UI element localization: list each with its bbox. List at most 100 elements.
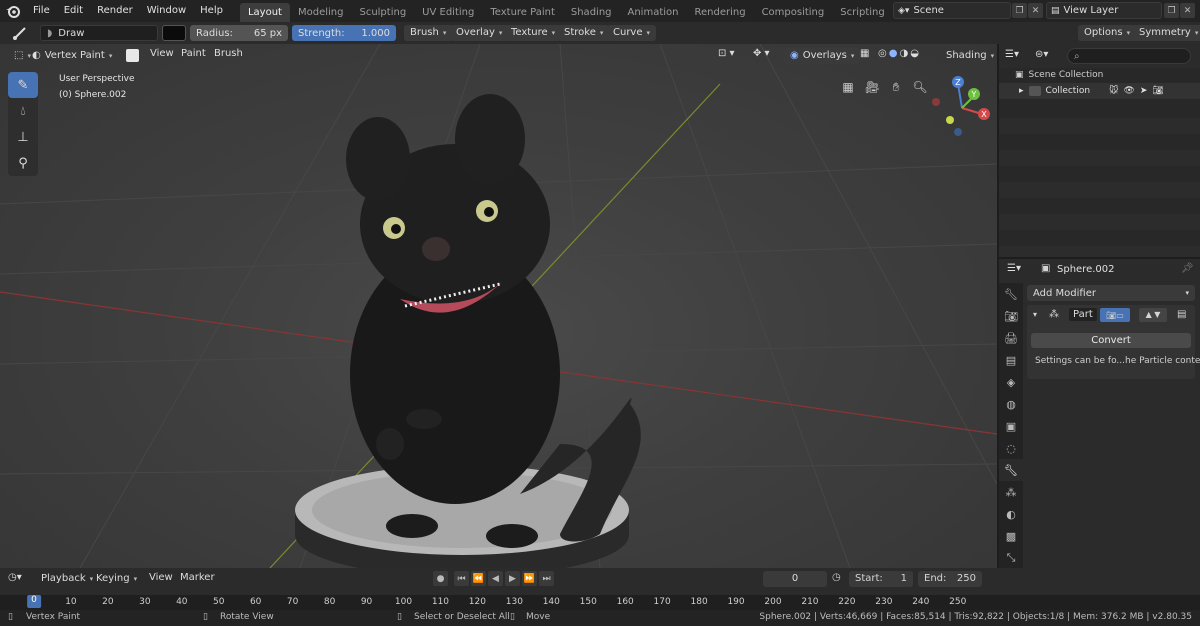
average-tool-icon[interactable]: ⊥ xyxy=(8,124,38,150)
camera-view-icon[interactable]: 🎥︎ xyxy=(862,77,882,97)
scene-tab-icon[interactable]: ◈ xyxy=(999,371,1023,393)
viewport-menu-paint[interactable]: Paint xyxy=(181,48,206,59)
pan-hand-icon[interactable]: ✋︎ xyxy=(886,77,906,97)
physics-tab-icon[interactable]: ◌ xyxy=(999,437,1023,459)
tab-rendering[interactable]: Rendering xyxy=(686,3,753,22)
scene-selector[interactable]: ◈▾ Scene xyxy=(893,2,1011,19)
preview-range-icon[interactable]: ◷ xyxy=(832,572,841,583)
delete-view-layer-icon[interactable]: ✕ xyxy=(1180,3,1195,18)
blur-tool-icon[interactable]: 💧︎ xyxy=(8,98,38,124)
move-modifier-icon[interactable]: ▲ ▼ xyxy=(1139,308,1167,322)
menu-help[interactable]: Help xyxy=(193,0,230,22)
view-layer-tab-icon[interactable]: ▤ xyxy=(999,349,1023,371)
jump-start-icon[interactable]: ⏮ xyxy=(454,571,469,586)
display-mode-icon[interactable]: ⊜▾ xyxy=(1035,49,1048,60)
delete-scene-icon[interactable]: ✕ xyxy=(1028,3,1043,18)
new-scene-icon[interactable]: ❐ xyxy=(1012,3,1027,18)
add-modifier-button[interactable]: Add Modifier ▾ xyxy=(1027,285,1195,301)
tab-shading[interactable]: Shading xyxy=(563,3,620,22)
brush-color-swatch[interactable] xyxy=(162,25,186,41)
tool-tab-icon[interactable]: 🔧︎ xyxy=(999,283,1023,305)
radius-field[interactable]: Radius: 65 px xyxy=(190,25,288,41)
output-tab-icon[interactable]: 🖨︎ xyxy=(999,327,1023,349)
visibility-eye-icon[interactable]: 👁︎ xyxy=(1123,86,1134,96)
brush-selector[interactable]: ◗ Draw xyxy=(40,25,158,41)
properties-editor-type-icon[interactable]: ☰▾ xyxy=(1007,263,1021,274)
object-tab-icon[interactable]: ▣ xyxy=(999,415,1023,437)
symmetry-menu[interactable]: Symmetry ▾ xyxy=(1133,25,1200,41)
constraints-tab-icon[interactable]: ⤡ xyxy=(999,547,1023,569)
solid-shading-icon[interactable]: ● xyxy=(889,48,898,59)
brush-tool-icon[interactable] xyxy=(8,25,32,41)
render-tab-icon[interactable]: 📷︎ xyxy=(999,305,1023,327)
options-menu[interactable]: Options ▾ xyxy=(1078,25,1137,41)
tab-sculpting[interactable]: Sculpting xyxy=(351,3,414,22)
navigation-gizmo[interactable]: Z Y X xyxy=(926,72,996,142)
smear-tool-icon[interactable]: ⚲ xyxy=(8,150,38,176)
tab-scripting[interactable]: Scripting xyxy=(832,3,892,22)
tab-compositing[interactable]: Compositing xyxy=(754,3,833,22)
render-visibility-icon[interactable]: 📷︎ xyxy=(1152,86,1163,96)
menu-edit[interactable]: Edit xyxy=(57,0,90,22)
modifier-tab-icon[interactable]: 🔧︎ xyxy=(999,459,1023,481)
texture-menu[interactable]: Texture ▾ xyxy=(505,25,562,41)
pin-icon[interactable]: 📌︎ xyxy=(1181,263,1194,274)
record-icon[interactable]: ● xyxy=(433,571,448,586)
menu-render[interactable]: Render xyxy=(90,0,140,22)
wireframe-shading-icon[interactable]: ◎ xyxy=(878,48,887,59)
play-icon[interactable]: ▶ xyxy=(505,571,520,586)
timeline-editor-type-icon[interactable]: ◷▾ xyxy=(8,572,22,583)
overlays-menu[interactable]: ◉ Overlays ▾ xyxy=(784,48,861,64)
shading-tab-icon[interactable]: ◐ xyxy=(999,503,1023,525)
outliner-search-input[interactable]: ⌕ xyxy=(1067,48,1191,64)
texture-tab-icon[interactable]: ▩ xyxy=(999,525,1023,547)
keying-menu[interactable]: Keying ▾ xyxy=(90,571,143,587)
blender-logo-icon[interactable] xyxy=(0,0,26,22)
menu-file[interactable]: File xyxy=(26,0,57,22)
brush-menu[interactable]: Brush ▾ xyxy=(404,25,453,41)
selectable-icon[interactable]: ➤ xyxy=(1140,86,1148,96)
xray-toggle-icon[interactable]: ▦ xyxy=(860,48,869,59)
overlay-menu[interactable]: Overlay ▾ xyxy=(450,25,509,41)
timeline-view-menu[interactable]: View xyxy=(149,572,173,583)
current-frame-field[interactable]: 0 xyxy=(763,571,827,587)
curve-menu[interactable]: Curve ▾ xyxy=(607,25,657,41)
tab-animation[interactable]: Animation xyxy=(620,3,687,22)
collapse-arrow-icon[interactable]: ▾ xyxy=(1033,310,1037,319)
frame-ruler[interactable]: 0 10 20 30 40 50 60 70 80 90 100 110 120 130 140 150 160… xyxy=(0,595,1200,610)
tab-texture-paint[interactable]: Texture Paint xyxy=(482,3,563,22)
stroke-menu[interactable]: Stroke ▾ xyxy=(558,25,610,41)
3d-viewport[interactable]: ⬚ ▾ ◐ Vertex Paint ▾ View Paint Brush ⊡ ▾… xyxy=(0,44,997,568)
start-frame-field[interactable]: Start: 1 xyxy=(849,571,913,587)
shading-menu[interactable]: Shading ▾ xyxy=(940,48,997,64)
object-types-icon[interactable]: ⊡ ▾ xyxy=(718,48,735,59)
expand-arrow-icon[interactable]: ▸ xyxy=(1019,86,1024,96)
new-view-layer-icon[interactable]: ❐ xyxy=(1164,3,1179,18)
scene-collection-row[interactable]: ▣ Scene Collection xyxy=(1015,70,1103,80)
jump-keyframe-forward-icon[interactable]: ⏩ xyxy=(522,571,537,586)
menu-window[interactable]: Window xyxy=(140,0,193,22)
tab-layout[interactable]: Layout xyxy=(239,3,290,22)
view-layer-selector[interactable]: ▤ View Layer xyxy=(1046,2,1162,19)
convert-button[interactable]: Convert xyxy=(1031,333,1191,348)
gizmo-toggle-icon[interactable]: ✥ ▾ xyxy=(753,48,770,59)
paint-mask-toggle[interactable] xyxy=(126,49,139,62)
modifier-menu-icon[interactable]: ▤ xyxy=(1177,309,1186,320)
modifier-name-field[interactable]: Part xyxy=(1069,308,1097,321)
outliner-editor-type-icon[interactable]: ☰▾ xyxy=(1005,49,1019,60)
viewport-menu-view[interactable]: View xyxy=(150,48,174,59)
modifier-visibility-toggles[interactable]: 📷︎▭ xyxy=(1100,308,1130,322)
collection-row[interactable]: ▸ Collection 🐭︎ 👁︎ ➤ 📷︎ xyxy=(999,83,1200,99)
jump-end-icon[interactable]: ⏭ xyxy=(539,571,554,586)
play-reverse-icon[interactable]: ◀ xyxy=(488,571,503,586)
current-frame-marker[interactable]: 0 xyxy=(27,595,41,608)
jump-keyframe-back-icon[interactable]: ⏪ xyxy=(471,571,486,586)
tab-uv-editing[interactable]: UV Editing xyxy=(414,3,482,22)
viewport-menu-brush[interactable]: Brush xyxy=(214,48,243,59)
material-shading-icon[interactable]: ◑ xyxy=(899,48,908,59)
strength-slider[interactable]: Strength: 1.000 xyxy=(292,25,396,41)
world-tab-icon[interactable]: ◍ xyxy=(999,393,1023,415)
rendered-shading-icon[interactable]: ◒ xyxy=(910,48,919,59)
end-frame-field[interactable]: End: 250 xyxy=(918,571,982,587)
timeline-marker-menu[interactable]: Marker xyxy=(180,572,215,583)
